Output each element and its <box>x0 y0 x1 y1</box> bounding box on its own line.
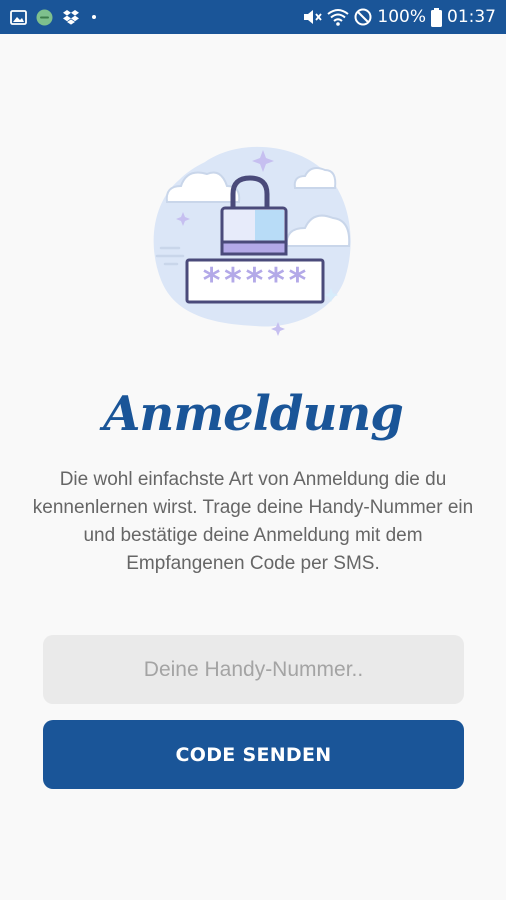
app-circle-icon <box>36 9 53 26</box>
wifi-icon <box>327 8 350 26</box>
phone-number-input[interactable] <box>43 635 464 704</box>
password-mask: ***** <box>201 261 308 301</box>
mute-icon <box>302 8 323 26</box>
page-title: Anmeldung <box>103 386 404 442</box>
notification-icons <box>10 9 99 26</box>
clock: 01:37 <box>447 7 496 27</box>
login-description: Die wohl einfachste Art von Anmeldung di… <box>32 469 474 574</box>
dot-icon <box>89 12 99 22</box>
password-field-icon: ***** <box>185 258 325 304</box>
image-icon <box>10 9 27 25</box>
battery-icon <box>431 7 442 27</box>
battery-percent: 100% <box>377 7 426 27</box>
send-code-button[interactable]: CODE SENDEN <box>43 720 464 789</box>
dropbox-icon <box>62 9 80 25</box>
status-bar: 100% 01:37 <box>0 0 506 34</box>
system-status: 100% 01:37 <box>302 7 496 27</box>
do-not-disturb-icon <box>354 8 372 26</box>
login-illustration: ***** <box>145 140 360 340</box>
